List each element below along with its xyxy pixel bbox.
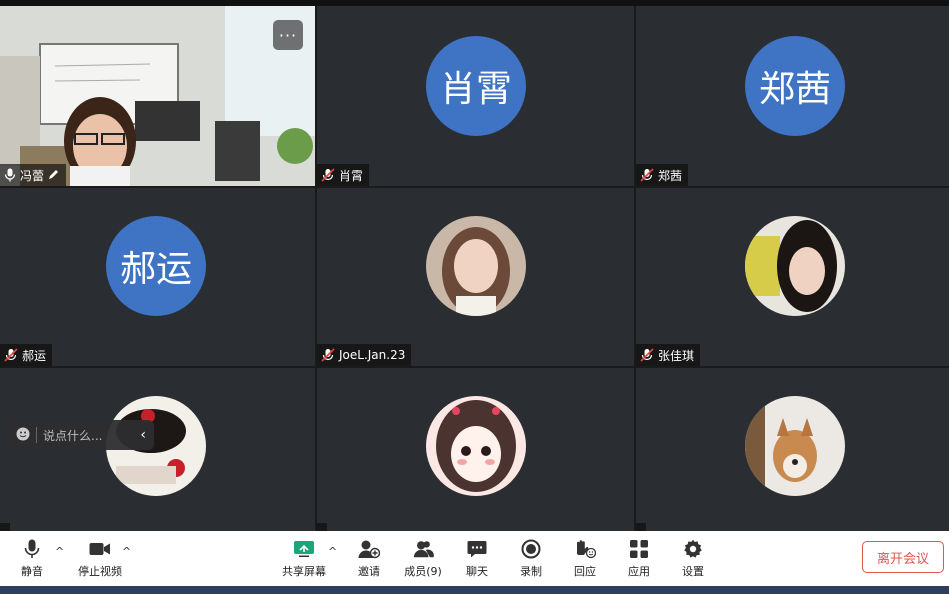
more-options-button[interactable]: ··· [273, 20, 303, 50]
apps-button[interactable]: 应用 [622, 531, 656, 586]
participant-avatar: 肖霄 [426, 36, 526, 136]
microphone-icon [21, 538, 43, 560]
microphone-icon [4, 168, 16, 182]
participant-photo [745, 396, 845, 496]
participant-name: 郑茜 [658, 168, 683, 183]
divider [36, 427, 37, 443]
participant-nameplate: 郑茜 [636, 164, 689, 186]
chat-bubble-icon [466, 538, 488, 560]
participant-nameplate [317, 523, 327, 531]
share-screen-label: 共享屏幕 [282, 565, 326, 578]
microphone-muted-icon [4, 348, 18, 362]
gear-icon [682, 538, 704, 560]
participant-tile-1[interactable]: ··· 冯蕾 [0, 6, 315, 186]
members-button[interactable]: 成员(9) [401, 531, 445, 586]
participant-photo [426, 216, 526, 316]
participant-name: 冯蕾 [20, 168, 45, 183]
pencil-icon [48, 168, 60, 183]
participant-tile-2[interactable]: 肖霄 肖霄 [317, 6, 634, 186]
members-label: 成员(9) [404, 565, 442, 578]
participant-tile-3[interactable]: 郑茜 郑茜 [636, 6, 949, 186]
participant-tile-9[interactable] [636, 368, 949, 531]
members-icon [412, 538, 434, 560]
video-camera-icon [89, 538, 111, 560]
video-feed [0, 6, 315, 186]
participant-nameplate: 肖霄 [317, 164, 370, 186]
participant-avatar: 郑茜 [745, 36, 845, 136]
add-user-icon [358, 538, 380, 560]
stop-video-label: 停止视频 [78, 565, 122, 578]
record-icon [520, 538, 542, 560]
participant-nameplate: JoeL.Jan.23 [317, 344, 412, 366]
participant-name: JoeL.Jan.23 [339, 348, 406, 362]
participant-tile-8[interactable] [317, 368, 634, 531]
stop-video-button[interactable]: 停止视频 [74, 531, 126, 586]
invite-button[interactable]: 邀请 [352, 531, 386, 586]
mute-button[interactable]: 静音 [14, 531, 50, 586]
microphone-muted-icon [640, 348, 654, 362]
microphone-muted-icon [321, 168, 335, 182]
hand-reaction-icon [574, 538, 596, 560]
share-screen-icon [293, 538, 315, 560]
mute-label: 静音 [21, 565, 43, 578]
participant-tile-5[interactable]: JoeL.Jan.23 [317, 188, 634, 366]
meeting-window: ··· 冯蕾 肖霄 肖霄 郑茜 郑茜 郝运 郝运 JoeL.Jan.23 张佳琪… [0, 0, 949, 594]
participant-avatar: 郝运 [106, 216, 206, 316]
record-label: 录制 [520, 565, 542, 578]
participant-tile-6[interactable]: 张佳琪 [636, 188, 949, 366]
chat-button[interactable]: 聊天 [460, 531, 494, 586]
microphone-muted-icon [321, 348, 335, 362]
invite-label: 邀请 [358, 565, 380, 578]
participant-name: 郝运 [22, 348, 47, 363]
participant-nameplate [636, 523, 646, 531]
participant-nameplate: 张佳琪 [636, 344, 701, 366]
reactions-label: 回应 [574, 565, 596, 578]
chat-label: 聊天 [466, 565, 488, 578]
settings-label: 设置 [682, 565, 704, 578]
record-button[interactable]: 录制 [514, 531, 548, 586]
emoji-icon[interactable] [16, 427, 30, 444]
participant-name: 张佳琪 [658, 348, 695, 363]
mute-options-caret[interactable]: ^ [55, 545, 64, 558]
taskbar-strip [0, 586, 949, 594]
participant-photo [426, 396, 526, 496]
meeting-toolbar: 静音 ^ 停止视频 ^ 共享屏幕 ^ 邀请 成员(9) 聊天 录制 回应 应用 … [0, 531, 949, 586]
share-screen-button[interactable]: 共享屏幕 [279, 531, 329, 586]
participant-nameplate: 郝运 [0, 344, 53, 366]
microphone-muted-icon [640, 168, 654, 182]
participant-nameplate [0, 523, 10, 531]
apps-grid-icon [628, 538, 650, 560]
chat-quick-input[interactable]: 说点什么... ‹ [8, 420, 154, 450]
share-options-caret[interactable]: ^ [328, 545, 337, 558]
participant-photo [745, 216, 845, 316]
settings-button[interactable]: 设置 [676, 531, 710, 586]
video-grid: ··· 冯蕾 肖霄 肖霄 郑茜 郑茜 郝运 郝运 JoeL.Jan.23 张佳琪 [0, 6, 949, 531]
apps-label: 应用 [628, 565, 650, 578]
participant-name: 肖霄 [339, 168, 364, 183]
leave-meeting-button[interactable]: 离开会议 [862, 541, 944, 573]
reactions-button[interactable]: 回应 [568, 531, 602, 586]
chevron-left-icon[interactable]: ‹ [140, 427, 146, 443]
chat-placeholder: 说点什么... [43, 428, 103, 443]
participant-tile-4[interactable]: 郝运 郝运 [0, 188, 315, 366]
participant-nameplate: 冯蕾 [0, 164, 67, 186]
video-options-caret[interactable]: ^ [122, 545, 131, 558]
